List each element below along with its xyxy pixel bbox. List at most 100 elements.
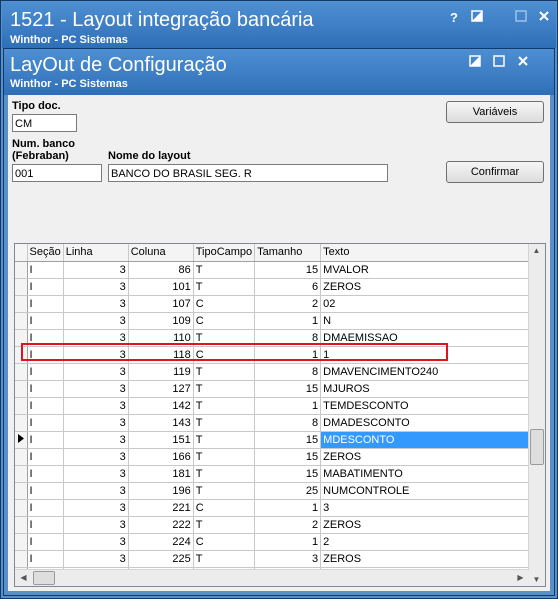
cell-tamanho[interactable]: 25: [254, 482, 322, 500]
cell-tamanho[interactable]: 15: [254, 448, 322, 466]
cell-secao[interactable]: I: [27, 448, 64, 466]
cell-secao[interactable]: I: [27, 431, 64, 449]
dialog-maximize-icon[interactable]: [488, 55, 510, 71]
table-row[interactable]: I 3 127 T 15 MJUROS: [15, 380, 544, 398]
cell-secao[interactable]: I: [27, 516, 64, 534]
cell-coluna[interactable]: 119: [128, 363, 194, 381]
row-indicator[interactable]: [15, 261, 28, 279]
row-indicator[interactable]: [15, 363, 28, 381]
cell-tamanho[interactable]: 8: [254, 329, 322, 347]
cell-linha[interactable]: 3: [63, 261, 129, 279]
cell-tipocampo[interactable]: C: [193, 533, 256, 551]
scroll-down-icon[interactable]: ▼: [529, 575, 544, 584]
restore-icon[interactable]: [466, 10, 488, 26]
cell-coluna[interactable]: 151: [128, 431, 194, 449]
cell-linha[interactable]: 3: [63, 431, 129, 449]
cell-texto[interactable]: DMAVENCIMENTO240: [320, 363, 544, 381]
cell-secao[interactable]: I: [27, 533, 64, 551]
cell-tipocampo[interactable]: T: [193, 397, 256, 415]
cell-linha[interactable]: 3: [63, 278, 129, 296]
table-row[interactable]: I 3 109 C 1 N: [15, 312, 544, 330]
cell-tipocampo[interactable]: T: [193, 278, 256, 296]
cell-texto[interactable]: NUMCONTROLE: [320, 482, 544, 500]
table-row[interactable]: I 3 118 C 1 1: [15, 346, 544, 364]
table-row[interactable]: I 3 86 T 15 MVALOR: [15, 261, 544, 279]
col-header-coluna[interactable]: Coluna: [128, 244, 194, 262]
close-icon[interactable]: [533, 10, 555, 26]
cell-texto[interactable]: ZEROS: [320, 448, 544, 466]
cell-texto[interactable]: 02: [320, 295, 544, 313]
cell-tamanho[interactable]: 8: [254, 414, 322, 432]
cell-linha[interactable]: 3: [63, 533, 129, 551]
cell-tipocampo[interactable]: T: [193, 448, 256, 466]
cell-texto[interactable]: TEMDESCONTO: [320, 397, 544, 415]
tipo-doc-field[interactable]: CM: [12, 114, 77, 132]
row-indicator[interactable]: [15, 550, 28, 568]
cell-coluna[interactable]: 225: [128, 550, 194, 568]
scroll-up-icon[interactable]: ▲: [529, 246, 544, 255]
table-row[interactable]: I 3 166 T 15 ZEROS: [15, 448, 544, 466]
cell-linha[interactable]: 3: [63, 465, 129, 483]
cell-tipocampo[interactable]: T: [193, 414, 256, 432]
cell-coluna[interactable]: 196: [128, 482, 194, 500]
row-indicator[interactable]: [15, 397, 28, 415]
cell-secao[interactable]: I: [27, 380, 64, 398]
cell-texto[interactable]: ZEROS: [320, 550, 544, 568]
row-indicator[interactable]: [15, 533, 28, 551]
cell-linha[interactable]: 3: [63, 346, 129, 364]
row-indicator[interactable]: [15, 278, 28, 296]
cell-texto[interactable]: N: [320, 312, 544, 330]
cell-tipocampo[interactable]: T: [193, 516, 256, 534]
cell-tamanho[interactable]: 1: [254, 312, 322, 330]
row-indicator[interactable]: [15, 465, 28, 483]
scroll-right-icon[interactable]: ▶: [513, 573, 528, 582]
cell-texto[interactable]: DMAEMISSAO: [320, 329, 544, 347]
col-header-linha[interactable]: Linha: [63, 244, 129, 262]
cell-tamanho[interactable]: 15: [254, 261, 322, 279]
cell-texto[interactable]: MABATIMENTO: [320, 465, 544, 483]
cell-secao[interactable]: I: [27, 465, 64, 483]
cell-secao[interactable]: I: [27, 363, 64, 381]
col-header-secao[interactable]: Seção: [27, 244, 64, 262]
cell-tipocampo[interactable]: C: [193, 499, 256, 517]
cell-secao[interactable]: I: [27, 329, 64, 347]
row-indicator[interactable]: [15, 414, 28, 432]
confirmar-button[interactable]: Confirmar: [446, 161, 544, 183]
cell-coluna[interactable]: 221: [128, 499, 194, 517]
cell-linha[interactable]: 3: [63, 363, 129, 381]
cell-tamanho[interactable]: 15: [254, 380, 322, 398]
dialog-title-bar[interactable]: LayOut de Configuração Winthor - PC Sist…: [4, 49, 554, 95]
row-indicator[interactable]: [15, 482, 28, 500]
cell-coluna[interactable]: 181: [128, 465, 194, 483]
cell-tamanho[interactable]: 15: [254, 431, 322, 449]
cell-tamanho[interactable]: 1: [254, 346, 322, 364]
horizontal-scrollbar[interactable]: ◀ ▶: [15, 569, 529, 586]
vertical-scrollbar[interactable]: ▲ ▼: [528, 244, 545, 586]
cell-tipocampo[interactable]: T: [193, 261, 256, 279]
cell-coluna[interactable]: 109: [128, 312, 194, 330]
row-indicator[interactable]: [15, 346, 28, 364]
cell-tamanho[interactable]: 6: [254, 278, 322, 296]
cell-linha[interactable]: 3: [63, 329, 129, 347]
cell-coluna[interactable]: 86: [128, 261, 194, 279]
table-row[interactable]: I 3 119 T 8 DMAVENCIMENTO240: [15, 363, 544, 381]
cell-tipocampo[interactable]: C: [193, 346, 256, 364]
cell-tamanho[interactable]: 15: [254, 465, 322, 483]
table-row[interactable]: I 3 225 T 3 ZEROS: [15, 550, 544, 568]
table-row[interactable]: I 3 110 T 8 DMAEMISSAO: [15, 329, 544, 347]
col-header-texto[interactable]: Texto: [320, 244, 544, 262]
cell-linha[interactable]: 3: [63, 482, 129, 500]
dialog-close-icon[interactable]: [512, 55, 534, 71]
nome-layout-field[interactable]: BANCO DO BRASIL SEG. R: [108, 164, 388, 182]
cell-tipocampo[interactable]: T: [193, 465, 256, 483]
cell-linha[interactable]: 3: [63, 516, 129, 534]
cell-tipocampo[interactable]: C: [193, 312, 256, 330]
cell-linha[interactable]: 3: [63, 397, 129, 415]
cell-texto[interactable]: ZEROS: [320, 516, 544, 534]
cell-texto[interactable]: 1: [320, 346, 544, 364]
cell-tipocampo[interactable]: T: [193, 380, 256, 398]
cell-linha[interactable]: 3: [63, 380, 129, 398]
table-row[interactable]: I 3 107 C 2 02: [15, 295, 544, 313]
cell-coluna[interactable]: 224: [128, 533, 194, 551]
cell-texto[interactable]: DMADESCONTO: [320, 414, 544, 432]
